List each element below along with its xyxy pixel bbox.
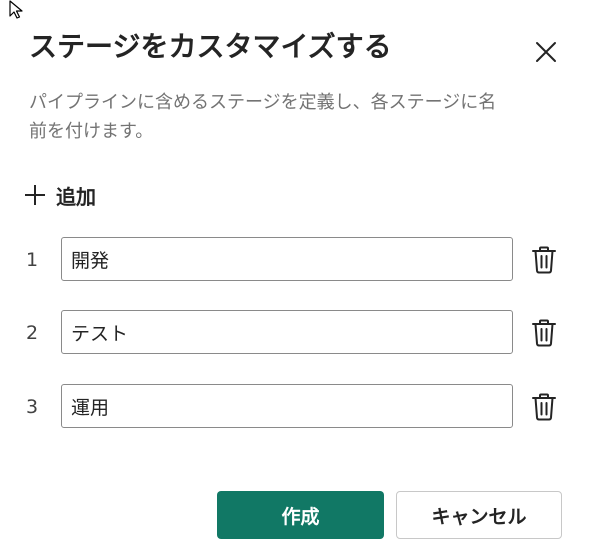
add-stage-label: 追加 — [56, 184, 96, 209]
plus-icon — [25, 185, 45, 205]
close-button[interactable] — [531, 37, 561, 67]
trash-icon — [532, 393, 556, 421]
mouse-cursor-icon — [9, 0, 23, 19]
delete-stage-button[interactable] — [529, 244, 559, 276]
stage-name-input[interactable] — [61, 384, 513, 428]
cancel-button[interactable]: キャンセル — [396, 491, 562, 539]
customize-stages-dialog: ステージをカスタマイズする パイプラインに含めるステージを定義し、各ステージに名… — [0, 0, 591, 560]
close-icon — [536, 42, 556, 62]
add-stage-button[interactable]: 追加 — [24, 180, 96, 210]
stage-row: 3 — [26, 384, 566, 430]
stage-number: 3 — [26, 396, 39, 418]
delete-stage-button[interactable] — [529, 391, 559, 423]
stage-name-input[interactable] — [61, 310, 513, 354]
trash-icon — [532, 319, 556, 347]
stage-name-input[interactable] — [61, 237, 513, 281]
stage-number: 1 — [26, 249, 39, 271]
stage-row: 2 — [26, 310, 566, 356]
dialog-title: ステージをカスタマイズする — [29, 30, 392, 63]
dialog-description: パイプラインに含めるステージを定義し、各ステージに名前を付けます。 — [29, 92, 497, 142]
delete-stage-button[interactable] — [529, 317, 559, 349]
stage-row: 1 — [26, 237, 566, 283]
trash-icon — [532, 246, 556, 274]
stage-number: 2 — [26, 322, 39, 344]
create-button[interactable]: 作成 — [217, 491, 384, 539]
